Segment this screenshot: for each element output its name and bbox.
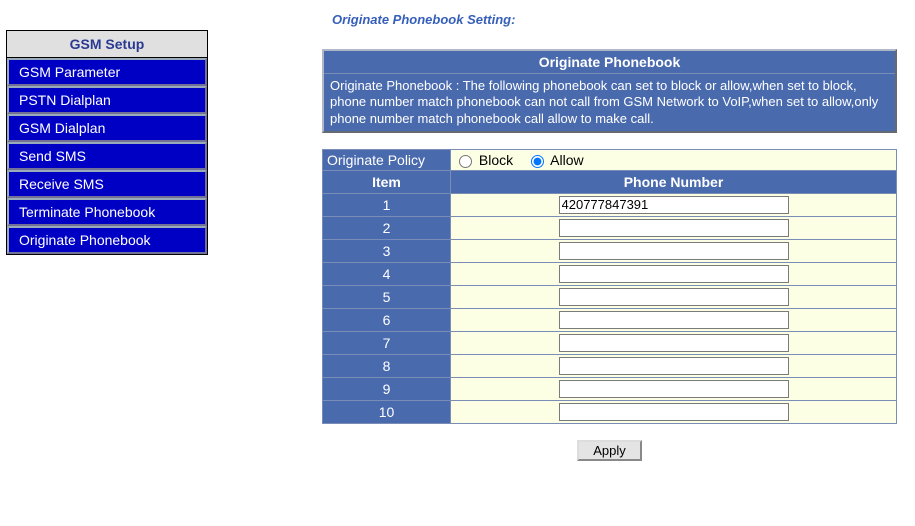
policy-block-option[interactable]: Block (459, 152, 517, 168)
item-cell: 10 (323, 400, 451, 423)
table-row: 9 (323, 377, 897, 400)
table-row: 1 (323, 193, 897, 216)
phone-cell (451, 308, 897, 331)
phone-cell (451, 331, 897, 354)
policy-allow-radio[interactable] (531, 155, 544, 168)
policy-controls: Block Allow (451, 149, 897, 170)
policy-block-label: Block (479, 152, 513, 168)
phone-input-9[interactable] (559, 380, 789, 398)
table-row: 4 (323, 262, 897, 285)
policy-block-radio[interactable] (459, 155, 472, 168)
col-phone-header: Phone Number (451, 170, 897, 193)
phone-cell (451, 216, 897, 239)
item-cell: 4 (323, 262, 451, 285)
col-item-header: Item (323, 170, 451, 193)
info-panel: Originate Phonebook Originate Phonebook … (322, 49, 897, 133)
sidebar-item-gsm-dialplan[interactable]: GSM Dialplan (7, 114, 207, 142)
phone-input-4[interactable] (559, 265, 789, 283)
sidebar-item-gsm-parameter[interactable]: GSM Parameter (7, 58, 207, 86)
policy-row: Originate Policy Block Allow (323, 149, 897, 170)
sidebar: GSM Setup GSM Parameter PSTN Dialplan GS… (0, 0, 222, 526)
phone-input-2[interactable] (559, 219, 789, 237)
phone-cell (451, 285, 897, 308)
item-cell: 5 (323, 285, 451, 308)
table-row: 5 (323, 285, 897, 308)
phone-input-7[interactable] (559, 334, 789, 352)
page-title: Originate Phonebook Setting: (332, 12, 905, 27)
sidebar-item-send-sms[interactable]: Send SMS (7, 142, 207, 170)
phone-input-8[interactable] (559, 357, 789, 375)
main-content: Originate Phonebook Setting: Originate P… (222, 0, 915, 526)
table-row: 6 (323, 308, 897, 331)
sidebar-item-terminate-phonebook[interactable]: Terminate Phonebook (7, 198, 207, 226)
phone-cell (451, 239, 897, 262)
sidebar-item-originate-phonebook[interactable]: Originate Phonebook (7, 226, 207, 254)
sidebar-header: GSM Setup (7, 31, 207, 58)
apply-button[interactable]: Apply (577, 440, 642, 461)
apply-container: Apply (322, 440, 897, 461)
phone-cell (451, 377, 897, 400)
policy-allow-label: Allow (550, 152, 583, 168)
item-cell: 9 (323, 377, 451, 400)
table-row: 3 (323, 239, 897, 262)
phone-input-1[interactable] (559, 196, 789, 214)
table-row: 8 (323, 354, 897, 377)
phone-input-10[interactable] (559, 403, 789, 421)
item-cell: 6 (323, 308, 451, 331)
phone-input-5[interactable] (559, 288, 789, 306)
item-cell: 2 (323, 216, 451, 239)
phonebook-table: Originate Policy Block Allow Item Phone … (322, 149, 897, 424)
info-panel-body: Originate Phonebook : The following phon… (324, 74, 895, 131)
table-row: 2 (323, 216, 897, 239)
item-cell: 7 (323, 331, 451, 354)
item-cell: 8 (323, 354, 451, 377)
table-row: 7 (323, 331, 897, 354)
phone-cell (451, 400, 897, 423)
table-header-row: Item Phone Number (323, 170, 897, 193)
table-row: 10 (323, 400, 897, 423)
phone-input-6[interactable] (559, 311, 789, 329)
policy-label: Originate Policy (323, 149, 451, 170)
side-menu: GSM Setup GSM Parameter PSTN Dialplan GS… (6, 30, 208, 255)
info-panel-header: Originate Phonebook (324, 51, 895, 74)
item-cell: 3 (323, 239, 451, 262)
sidebar-item-receive-sms[interactable]: Receive SMS (7, 170, 207, 198)
phone-cell (451, 354, 897, 377)
phone-cell (451, 262, 897, 285)
item-cell: 1 (323, 193, 451, 216)
phone-input-3[interactable] (559, 242, 789, 260)
policy-allow-option[interactable]: Allow (531, 152, 584, 168)
sidebar-item-pstn-dialplan[interactable]: PSTN Dialplan (7, 86, 207, 114)
phone-cell (451, 193, 897, 216)
